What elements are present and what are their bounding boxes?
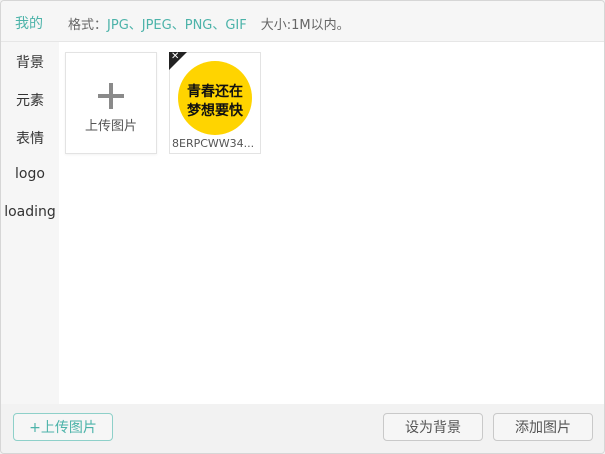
format-hint: 格式：JPG、JPEG、PNG、GIF 大小:1M以内。 (68, 14, 350, 33)
footer-bar: +上传图片 设为背景 添加图片 (1, 404, 604, 453)
sidebar-item-background[interactable]: 背景 (1, 52, 59, 72)
set-background-button[interactable]: 设为背景 (383, 413, 483, 441)
upload-image-button[interactable]: +上传图片 (13, 413, 113, 441)
image-tile[interactable]: 青春还在 梦想要快 ✕ 8ERPCWW34... (169, 51, 261, 154)
top-bar: 我的 格式：JPG、JPEG、PNG、GIF 大小:1M以内。 (1, 1, 604, 42)
sidebar-item-logo[interactable]: logo (1, 166, 59, 182)
thumbnail-text-line1: 青春还在 (187, 84, 243, 100)
add-image-button[interactable]: 添加图片 (493, 413, 593, 441)
thumbnail-text-line2: 梦想要快 (187, 103, 243, 119)
upload-tile-label: 上传图片 (84, 119, 137, 134)
format-types: JPG、JPEG、PNG、GIF (107, 18, 247, 33)
image-picker-dialog: 我的 格式：JPG、JPEG、PNG、GIF 大小:1M以内。 背景 元素 表情 … (0, 0, 605, 454)
plus-icon (98, 83, 124, 109)
close-icon[interactable]: ✕ (171, 51, 179, 63)
image-filename: 8ERPCWW34... (172, 137, 255, 150)
image-thumbnail[interactable]: 青春还在 梦想要快 (178, 61, 252, 135)
tab-mine[interactable]: 我的 (15, 13, 43, 33)
format-label: 格式： (68, 18, 108, 33)
upload-image-tile[interactable]: 上传图片 (65, 52, 157, 154)
size-limit: 大小:1M以内。 (260, 18, 350, 33)
sidebar-item-elements[interactable]: 元素 (1, 90, 59, 110)
image-grid: 上传图片 青春还在 梦想要快 ✕ 8ERPCWW34... (59, 42, 604, 404)
sidebar-item-loading[interactable]: loading (1, 204, 59, 220)
sidebar-item-emoji[interactable]: 表情 (1, 128, 59, 148)
sidebar: 背景 元素 表情 logo loading (1, 42, 59, 404)
